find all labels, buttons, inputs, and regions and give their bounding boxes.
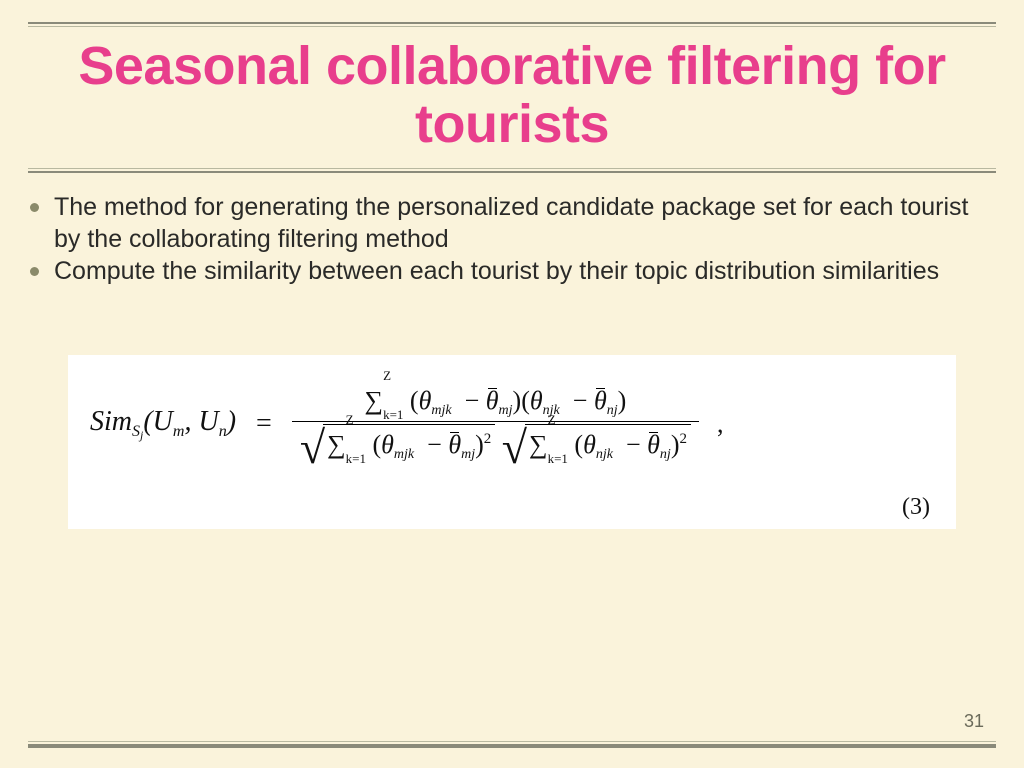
theta: θ <box>419 386 432 415</box>
bullet-item: Compute the similarity between each tour… <box>28 255 992 287</box>
fraction: ∑Zk=1 (θmjk − θmj)(θnjk − θnj) √ ∑Zk=1 (… <box>292 383 699 466</box>
sum-lower: k=1 <box>383 408 403 421</box>
arg2: U <box>198 406 218 437</box>
rule-bottom <box>28 744 996 748</box>
arg1: U <box>153 406 173 437</box>
rule-bottom-thin <box>28 741 996 742</box>
sqrt-left: √ ∑Zk=1 (θmjk − θmj)2 <box>300 424 495 463</box>
trailing-comma: , <box>717 409 724 439</box>
numerator: ∑Zk=1 (θmjk − θmj)(θnjk − θnj) <box>357 383 635 421</box>
idx: nj <box>660 447 671 462</box>
equation-number: (3) <box>90 494 934 521</box>
bullet-list: The method for generating the personaliz… <box>28 191 996 287</box>
idx: mjk <box>431 403 451 418</box>
idx: nj <box>607 403 618 418</box>
sqrt-right: √ ∑Zk=1 (θnjk − θnj)2 <box>502 424 691 463</box>
rule-top <box>28 22 996 24</box>
rule-mid-thin <box>28 168 996 169</box>
slide-title: Seasonal collaborative filtering for tou… <box>28 37 996 154</box>
formula: SimSj(Um, Un) = ∑Zk=1 (θmjk − θmj)(θnjk … <box>90 383 934 466</box>
theta-bar: θ <box>448 430 461 459</box>
idx: mj <box>499 403 513 418</box>
formula-lhs: SimSj(Um, Un) <box>90 406 236 443</box>
arg1-sub: m <box>173 423 185 440</box>
idx: njk <box>596 447 613 462</box>
theta: θ <box>583 430 596 459</box>
slide: Seasonal collaborative filtering for tou… <box>0 0 1024 768</box>
idx: mjk <box>394 447 414 462</box>
func-subsub: j <box>140 428 143 442</box>
theta-bar: θ <box>647 430 660 459</box>
theta-bar: θ <box>594 386 607 415</box>
arg2-sub: n <box>219 423 227 440</box>
theta-bar: θ <box>486 386 499 415</box>
theta: θ <box>530 386 543 415</box>
func-sub: S <box>132 423 140 440</box>
rule-top-thin <box>28 26 996 27</box>
rule-mid <box>28 171 996 173</box>
theta: θ <box>381 430 394 459</box>
func-name: Sim <box>90 406 132 437</box>
sum-upper: Z <box>548 413 568 426</box>
page-number: 31 <box>964 711 984 732</box>
sum-upper: Z <box>383 369 403 382</box>
denominator: √ ∑Zk=1 (θmjk − θmj)2 √ ∑Zk=1 (θnjk − θn… <box>292 422 699 466</box>
idx: mj <box>461 447 475 462</box>
equals-sign: = <box>256 408 272 440</box>
bullet-item: The method for generating the personaliz… <box>28 191 992 255</box>
formula-box: SimSj(Um, Un) = ∑Zk=1 (θmjk − θmj)(θnjk … <box>68 355 956 529</box>
sum-lower: k=1 <box>346 452 366 465</box>
sum-upper: Z <box>346 413 366 426</box>
sum-lower: k=1 <box>548 452 568 465</box>
